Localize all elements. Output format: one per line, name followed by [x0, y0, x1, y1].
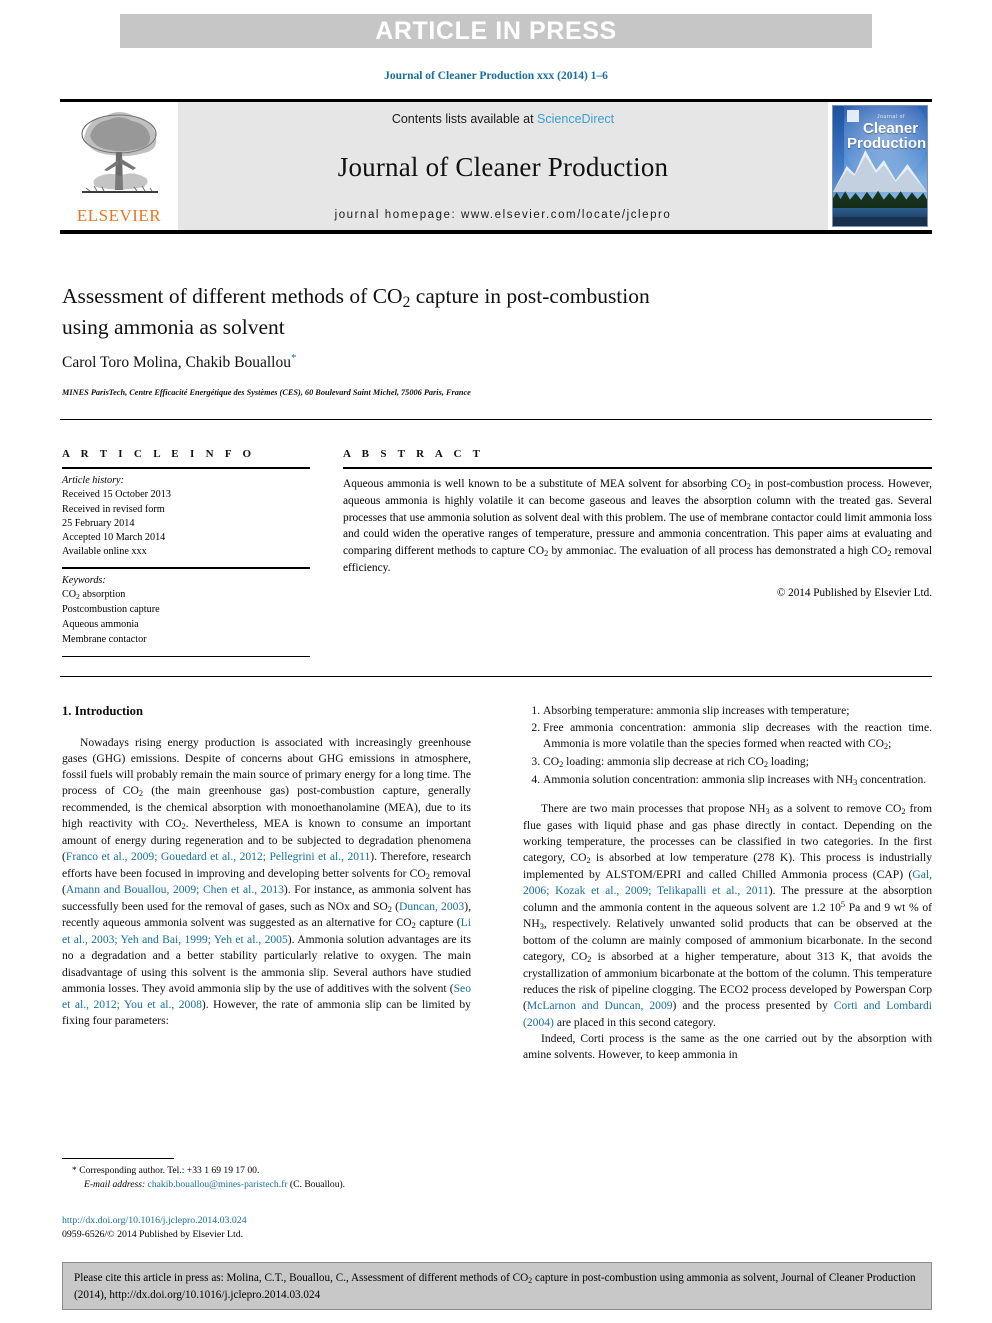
intro-seg-9: capture ( — [415, 916, 461, 930]
cover-elsevier-mark — [847, 110, 859, 122]
keyword-text: CO — [62, 589, 77, 601]
sciencedirect-link[interactable]: ScienceDirect — [537, 112, 614, 126]
title-part-3: using ammonia as solvent — [62, 315, 285, 340]
citation-link[interactable]: Amann and Bouallou, 2009; Chen et al., 2… — [66, 883, 284, 896]
running-head: Journal of Cleaner Production xxx (2014)… — [384, 70, 608, 82]
history-line: Received in revised form — [62, 503, 165, 515]
journal-masthead: ELSEVIER Contents lists available at Sci… — [60, 99, 932, 234]
list-item: CO2 loading: ammonia slip decrease at ri… — [543, 754, 932, 771]
email-suffix: (C. Bouallou). — [289, 1178, 346, 1190]
corresponding-author-footnote: * Corresponding author. Tel.: +33 1 69 1… — [62, 1158, 471, 1191]
list-item-text-tail: concentration. — [857, 773, 927, 786]
list-item-text: CO — [543, 755, 560, 769]
right-paragraph-1: There are two main processes that propos… — [523, 801, 932, 1031]
citation-notice-text-a: Please cite this article in press as: Mo… — [74, 1272, 529, 1284]
article-in-press-label: ARTICLE IN PRESS — [375, 16, 617, 45]
footnote-line-2: E-mail address: chakib.bouallou@mines-pa… — [62, 1178, 471, 1192]
list-item: Ammonia solution concentration: ammonia … — [543, 772, 932, 789]
masthead-bottom-rule — [60, 230, 932, 234]
footnote-line-1: * Corresponding author. Tel.: +33 1 69 1… — [62, 1164, 471, 1178]
issn-copyright-line: 0959-6526/© 2014 Published by Elsevier L… — [62, 1229, 244, 1241]
keyword-item: Membrane contactor — [62, 633, 147, 645]
article-info-heading: A R T I C L E I N F O — [62, 448, 256, 460]
citation-link[interactable]: Duncan, 2003 — [399, 900, 464, 913]
author-names: Carol Toro Molina, Chakib Bouallou — [62, 354, 291, 372]
list-item-text: Ammonia solution concentration: ammonia … — [543, 773, 854, 786]
journal-title: Journal of Cleaner Production — [337, 152, 669, 182]
keyword-item: CO2 absorption — [62, 588, 310, 603]
list-item-text-tail: ; — [888, 737, 892, 751]
list-item-text: Free ammonia concentration: ammonia slip… — [543, 721, 932, 751]
list-item-text-tail: loading; — [768, 755, 809, 769]
intro-seg-7: ( — [391, 899, 399, 913]
masthead-center: Contents lists available at ScienceDirec… — [178, 102, 828, 230]
article-history-label: Article history: — [62, 475, 124, 486]
abstract-seg-3: by ammoniac. The evaluation of all proce… — [548, 544, 888, 557]
keyword-text-tail: absorption — [79, 589, 126, 601]
title-part-2: capture in post-combustion — [410, 284, 650, 308]
history-line: 25 February 2014 — [62, 517, 135, 529]
history-line: Received 15 October 2013 — [62, 489, 171, 501]
list-item: Absorbing temperature: ammonia slip incr… — [543, 703, 932, 719]
list-item: Free ammonia concentration: ammonia slip… — [543, 720, 932, 753]
elsevier-logo: ELSEVIER — [60, 102, 178, 230]
affiliation: MINES ParisTech, Centre Efficacité Energ… — [62, 388, 471, 397]
article-in-press-banner: ARTICLE IN PRESS — [120, 14, 872, 48]
history-line: Available online xxx — [62, 546, 147, 558]
keyword-item: Postcombustion capture — [62, 604, 160, 616]
corresponding-author-marker: * — [290, 352, 297, 364]
keyword-item: Aqueous ammonia — [62, 619, 139, 631]
contents-prefix: Contents lists available at — [391, 112, 538, 126]
abstract-heading: A B S T R A C T — [343, 448, 485, 460]
body-column-left: 1. Introduction Nowadays rising energy p… — [62, 703, 471, 1029]
doi-link[interactable]: http://dx.doi.org/10.1016/j.jclepro.2014… — [62, 1214, 471, 1228]
cover-bottom-bar — [833, 217, 927, 226]
article-history: Article history: Received 15 October 201… — [62, 469, 310, 567]
abstract-block: A B S T R A C T Aqueous ammonia is well … — [343, 448, 932, 599]
keywords-list: Keywords: CO2 absorption Postcombustion … — [62, 569, 310, 656]
abstract-copyright: © 2014 Published by Elsevier Ltd. — [776, 586, 932, 599]
doi-block: http://dx.doi.org/10.1016/j.jclepro.2014… — [62, 1214, 471, 1242]
contents-available-line: Contents lists available at ScienceDirec… — [392, 112, 614, 126]
list-item-text: Absorbing temperature: ammonia slip incr… — [543, 704, 850, 717]
email-label: E-mail address: — [84, 1178, 146, 1190]
footnote-rule — [62, 1158, 174, 1159]
intro-paragraph-1: Nowadays rising energy production is ass… — [62, 735, 471, 1030]
header-section-bottom-rule — [60, 676, 932, 677]
title-part-1: Assessment of different methods of CO — [62, 284, 403, 308]
footnote-corresponding-text: Corresponding author. Tel.: +33 1 69 19 … — [79, 1165, 260, 1176]
journal-cover-thumbnail: Journal of Cleaner Production — [828, 102, 932, 230]
section-heading-introduction: 1. Introduction — [62, 704, 143, 718]
body-column-right: Absorbing temperature: ammonia slip incr… — [523, 703, 932, 1063]
list-item-text-mid: loading: ammonia slip decrease at rich C… — [563, 755, 764, 769]
footnote-star: * — [72, 1165, 77, 1176]
keywords-label: Keywords: — [62, 574, 106, 586]
citation-notice-box: Please cite this article in press as: Mo… — [62, 1262, 932, 1310]
rp-seg-2: as a solvent to remove CO — [769, 801, 902, 815]
citation-link[interactable]: Franco et al., 2009; Gouedard et al., 20… — [66, 850, 370, 863]
journal-homepage-link[interactable]: journal homepage: www.elsevier.com/locat… — [335, 209, 672, 221]
email-link[interactable]: chakib.bouallou@mines-paristech.fr — [148, 1179, 288, 1190]
rp-seg-9: ) and the process presented by — [672, 999, 834, 1013]
page-title: Assessment of different methods of CO2 c… — [62, 282, 852, 342]
history-line: Accepted 10 March 2014 — [62, 532, 166, 544]
abstract-text: Aqueous ammonia is well known to be a su… — [343, 469, 932, 577]
abstract-seg-1: Aqueous ammonia is well known to be a su… — [343, 478, 747, 490]
keywords-bottom-rule — [62, 655, 310, 657]
citation-link[interactable]: McLarnon and Duncan, 2009 — [527, 999, 673, 1012]
elsevier-tree-icon — [81, 112, 158, 193]
rp-seg-10: are placed in this second category. — [553, 1015, 716, 1029]
parameters-list: Absorbing temperature: ammonia slip incr… — [523, 703, 932, 789]
right-paragraph-2: Indeed, Corti process is the same as the… — [523, 1031, 932, 1062]
article-info-block: A R T I C L E I N F O Article history: R… — [62, 448, 310, 657]
elsevier-wordmark: ELSEVIER — [76, 206, 162, 225]
cover-title-line1: Cleaner — [863, 120, 919, 137]
author-list: Carol Toro Molina, Chakib Bouallou* — [62, 352, 852, 372]
affiliation-rule — [60, 419, 932, 420]
cover-mountain-graphic — [833, 150, 927, 192]
rp-seg-1: There are two main processes that propos… — [541, 801, 766, 815]
